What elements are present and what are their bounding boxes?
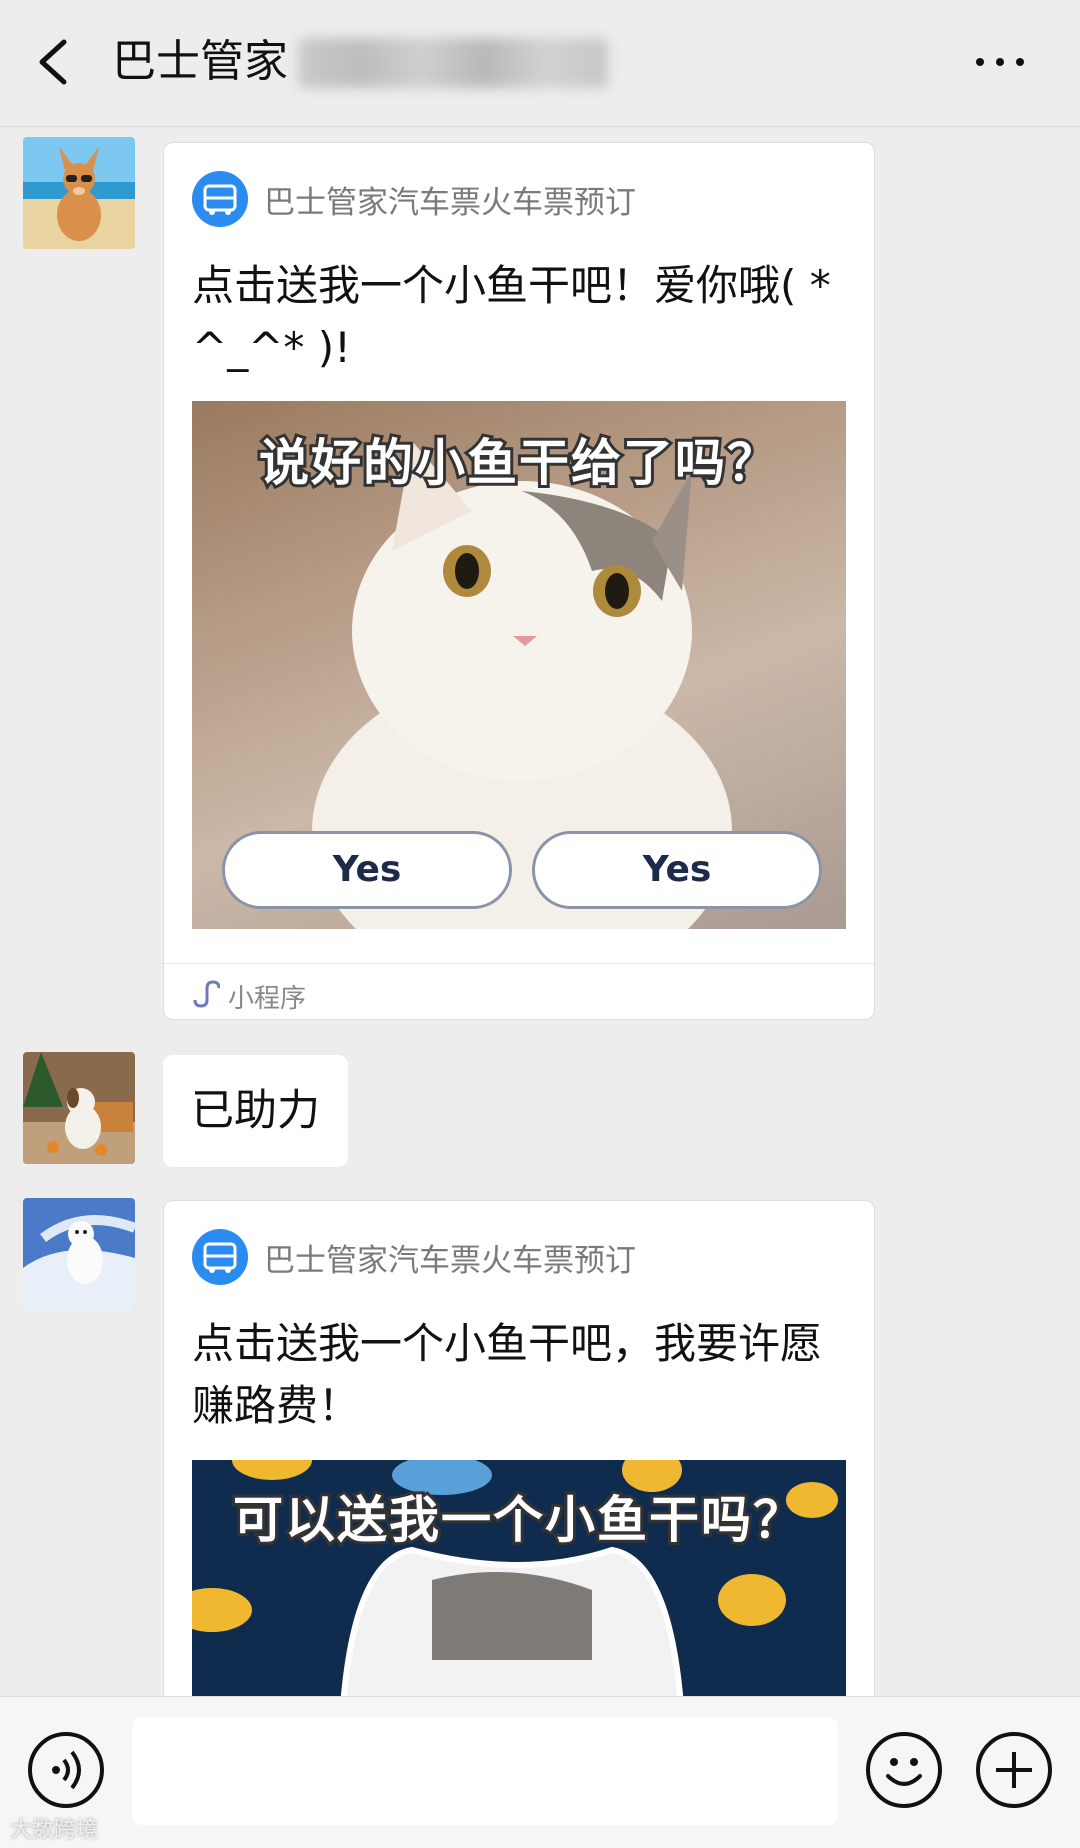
app-name: 巴士管家汽车票火车票预订: [264, 184, 636, 221]
watermark: 大数跨境: [10, 1818, 99, 1843]
voice-button[interactable]: [28, 1732, 104, 1808]
mini-program-card[interactable]: 巴士管家汽车票火车票预订 点击送我一个小鱼干吧，我要许愿赚路费！ 可以送我一个小…: [163, 1200, 875, 1720]
card-message-text: 点击送我一个小鱼干吧！爱你哦( *^_^* )!: [192, 261, 831, 372]
yes-button[interactable]: Yes: [222, 831, 512, 909]
message-input[interactable]: [132, 1717, 838, 1825]
dog-avatar-image: [23, 137, 135, 249]
plus-icon: [996, 1752, 1032, 1788]
image-caption: 说好的小鱼干给了吗？: [256, 431, 780, 495]
card-image: 说好的小鱼干给了吗？ Yes Yes: [192, 401, 846, 929]
bus-icon: [192, 171, 248, 227]
dog-avatar-image: [23, 1198, 135, 1310]
dog-avatar-image: [23, 1052, 135, 1164]
avatar[interactable]: [23, 1052, 135, 1164]
avatar[interactable]: [23, 1198, 135, 1310]
chat-header: 巴士管家: [0, 0, 1080, 127]
card-footer: 小程序: [164, 963, 874, 1019]
mini-program-label: 小程序: [228, 984, 307, 1014]
card-image: 可以送我一个小鱼干吗？: [192, 1460, 846, 1719]
more-dots-icon: [976, 58, 984, 66]
chat-title: 巴士管家: [112, 36, 288, 87]
yes-button[interactable]: Yes: [532, 831, 822, 909]
app-name: 巴士管家汽车票火车票预订: [264, 1242, 636, 1279]
more-button[interactable]: [972, 40, 1028, 80]
card-message-text: 点击送我一个小鱼干吧，我要许愿赚路费！: [192, 1319, 823, 1430]
plus-button[interactable]: [976, 1732, 1052, 1808]
emoji-button[interactable]: [866, 1732, 942, 1808]
voice-icon: [52, 1750, 81, 1790]
image-caption: 可以送我一个小鱼干吗？: [230, 1488, 806, 1552]
avatar[interactable]: [23, 137, 135, 249]
bus-icon: [192, 1229, 248, 1285]
back-button[interactable]: [30, 30, 80, 94]
mini-program-icon: [193, 980, 220, 1008]
chevron-left-icon: [39, 39, 67, 85]
emoji-icon: [886, 1758, 922, 1786]
text-message[interactable]: 已助力: [163, 1055, 348, 1167]
input-bar: [0, 1696, 1080, 1848]
title-blurred-text: [298, 38, 608, 88]
mini-program-card[interactable]: 巴士管家汽车票火车票预订 点击送我一个小鱼干吧！爱你哦( *^_^* )! 说好…: [163, 142, 875, 1020]
